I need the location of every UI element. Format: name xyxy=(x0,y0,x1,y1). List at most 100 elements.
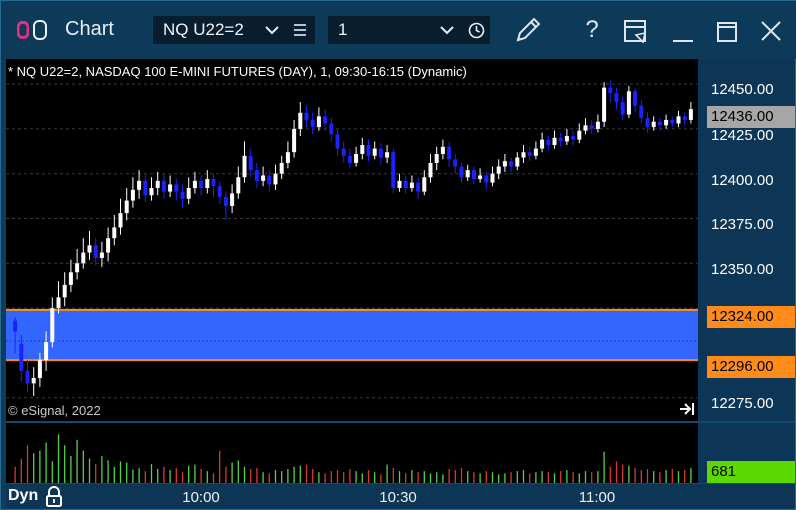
candle-body xyxy=(93,245,98,258)
candle-body xyxy=(533,148,538,156)
candle-body xyxy=(602,87,607,122)
candle-body xyxy=(527,152,532,156)
lock-icon[interactable] xyxy=(44,486,64,508)
candle-body xyxy=(261,175,266,181)
minimize-icon[interactable] xyxy=(669,15,697,49)
price-label: 12350.00 xyxy=(711,261,774,278)
symbol-value: NQ U22=2 xyxy=(163,20,244,39)
candle-body xyxy=(595,121,600,129)
candle-body xyxy=(347,155,352,163)
candle-body xyxy=(75,263,80,273)
scroll-to-end-icon[interactable] xyxy=(678,401,696,417)
candle-body xyxy=(13,320,18,332)
candle-body xyxy=(236,177,241,194)
candle-body xyxy=(676,116,681,124)
candle-body xyxy=(682,116,687,120)
title-bar: Chart NQ U22=2 1 ? xyxy=(1,1,796,59)
candle-body xyxy=(37,360,42,378)
candle-body xyxy=(546,139,551,146)
volume-value-label: 681 xyxy=(707,461,795,483)
candle-body xyxy=(316,116,321,128)
candle-body xyxy=(149,188,154,196)
candle-body xyxy=(137,180,142,190)
candle-body xyxy=(304,112,309,120)
candle-body xyxy=(118,213,123,228)
price-label: 12375.00 xyxy=(711,216,774,233)
candle-body xyxy=(633,91,638,106)
candle-body xyxy=(670,119,675,124)
candle-body xyxy=(19,343,24,371)
candle-body xyxy=(143,180,148,196)
candle-body xyxy=(664,119,669,126)
candle-body xyxy=(68,272,73,285)
form-icon[interactable] xyxy=(621,15,651,49)
candle-body xyxy=(440,146,445,154)
candle-body xyxy=(230,193,235,206)
candle-body xyxy=(521,152,526,158)
price-band xyxy=(6,309,698,361)
candle-body xyxy=(199,180,204,189)
candle-body xyxy=(378,148,383,158)
candle-body xyxy=(354,153,359,163)
candle-body xyxy=(608,87,613,94)
candle-body xyxy=(434,153,439,163)
price-plot[interactable] xyxy=(6,59,795,483)
candle-body xyxy=(254,170,259,181)
candle-body xyxy=(168,184,173,192)
candle-body xyxy=(87,245,92,253)
candle-body xyxy=(416,182,421,192)
candle-body xyxy=(186,188,191,199)
candle-body xyxy=(25,370,30,384)
candle-body xyxy=(56,297,61,309)
candle-body xyxy=(558,137,563,142)
candle-body xyxy=(540,139,545,149)
help-icon: ? xyxy=(585,16,599,43)
interval-value: 1 xyxy=(338,20,348,39)
candle-body xyxy=(366,145,371,156)
price-label: 12400.00 xyxy=(711,172,774,189)
candle-body xyxy=(211,179,216,187)
candle-body xyxy=(335,134,340,149)
symbol-combo[interactable]: NQ U22=2 xyxy=(152,15,316,45)
candle-body xyxy=(174,184,179,192)
candle-body xyxy=(205,179,210,189)
dyn-label[interactable]: Dyn xyxy=(8,487,38,505)
pencil-icon[interactable] xyxy=(511,13,545,47)
time-axis[interactable]: Dyn 10:00 10:30 11:00 xyxy=(6,483,795,509)
candle-body xyxy=(447,146,452,160)
candle-body xyxy=(620,102,625,115)
candle-body xyxy=(465,170,470,178)
window-title: Chart xyxy=(65,18,114,40)
candle-body xyxy=(453,159,458,167)
candle-body xyxy=(589,125,594,129)
candle-body xyxy=(81,252,86,264)
candle-body xyxy=(273,173,278,185)
app-toggle-icon[interactable] xyxy=(15,18,49,42)
chart-title: * NQ U22=2, NASDAQ 100 E-MINI FUTURES (D… xyxy=(8,64,467,79)
candle-body xyxy=(409,182,414,189)
candle-body xyxy=(223,196,228,206)
maximize-icon[interactable] xyxy=(713,15,741,49)
clock-icon[interactable] xyxy=(468,22,485,39)
close-icon[interactable] xyxy=(757,15,785,49)
candle-body xyxy=(161,180,166,192)
chevron-down-icon[interactable] xyxy=(265,25,279,35)
candle-body xyxy=(657,121,662,126)
chart-area[interactable]: * NQ U22=2, NASDAQ 100 E-MINI FUTURES (D… xyxy=(6,59,795,509)
time-label: 10:00 xyxy=(182,489,220,506)
help-button[interactable]: ? xyxy=(577,13,607,47)
candle-body xyxy=(614,93,619,103)
candle-body xyxy=(329,123,334,135)
candle-body xyxy=(292,128,297,153)
interval-combo[interactable]: 1 xyxy=(327,15,491,45)
candle-body xyxy=(509,161,514,167)
candle-body xyxy=(130,189,135,201)
candle-body xyxy=(502,161,507,167)
candle-body xyxy=(62,284,67,298)
candle-body xyxy=(496,166,501,174)
chevron-down-icon[interactable] xyxy=(440,25,454,35)
candle-body xyxy=(112,227,117,239)
candle-body xyxy=(688,109,693,120)
list-icon[interactable] xyxy=(293,23,307,37)
candle-body xyxy=(50,308,55,343)
